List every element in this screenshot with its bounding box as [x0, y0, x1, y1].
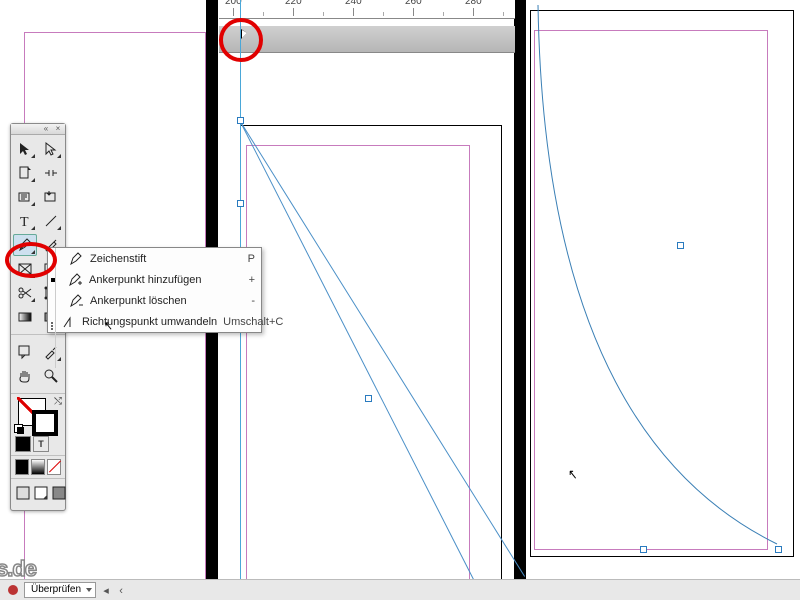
formatting-affects-row: T — [11, 436, 65, 452]
formatting-text-button[interactable]: T — [33, 436, 49, 452]
page-tool[interactable] — [13, 162, 37, 184]
gradient-swatch-tool[interactable] — [13, 306, 37, 328]
app-root: 200 220 240 260 280 « × — [0, 0, 800, 600]
ruler-tick-label: 220 — [285, 0, 302, 7]
page-margin-guide — [246, 145, 470, 582]
flyout-label: Zeichenstift — [90, 253, 242, 265]
flyout-tearoff-handle[interactable] — [48, 248, 56, 368]
ruler-tick-label: 240 — [345, 0, 362, 7]
formatting-container-button[interactable] — [15, 436, 31, 452]
anchor-point[interactable] — [640, 546, 647, 553]
content-collector-tool[interactable] — [13, 186, 37, 208]
flyout-item-delete-anchor[interactable]: Ankerpunkt löschen - — [48, 290, 261, 311]
prev-page-button[interactable]: ‹ — [115, 585, 127, 597]
flyout-label: Ankerpunkt löschen — [90, 295, 245, 307]
pen-tool-flyout-menu: Zeichenstift P Ankerpunkt hinzufügen + A… — [47, 247, 262, 333]
content-placer-tool[interactable] — [39, 186, 63, 208]
flyout-label: Richtungspunkt umwandeln — [82, 316, 217, 328]
ruler-shade — [219, 26, 515, 53]
page-nav-arrows[interactable]: ◂ ‹ — [100, 584, 127, 597]
first-page-button[interactable]: ◂ — [100, 584, 112, 597]
anchor-point[interactable] — [237, 200, 244, 207]
mouse-cursor-icon: ↖ — [104, 318, 113, 334]
scissors-tool[interactable] — [13, 282, 37, 304]
note-tool[interactable] — [13, 341, 37, 363]
mouse-cursor-icon: ↖ — [568, 466, 577, 483]
selection-cursor-icon — [241, 29, 247, 39]
anchor-point[interactable] — [775, 546, 782, 553]
pen-minus-icon — [68, 293, 84, 309]
pen-plus-icon — [67, 272, 83, 288]
normal-view-button[interactable] — [15, 485, 31, 501]
flyout-item-pen[interactable]: Zeichenstift P — [48, 248, 261, 269]
status-bar: Überprüfen ◂ ‹ — [0, 579, 800, 600]
direction-point[interactable] — [365, 395, 372, 402]
selection-tool[interactable] — [13, 138, 37, 160]
flyout-shortcut: + — [249, 274, 255, 286]
default-fill-stroke-icon[interactable] — [14, 424, 24, 434]
preflight-icon[interactable] — [6, 583, 20, 597]
hand-tool[interactable] — [13, 365, 37, 387]
flyout-label: Ankerpunkt hinzufügen — [89, 274, 243, 286]
fill-stroke-swatches[interactable]: ⤭ — [16, 398, 60, 432]
curved-path[interactable] — [525, 0, 800, 580]
anchor-point[interactable] — [677, 242, 684, 249]
panel-close-button[interactable]: × — [53, 125, 63, 133]
anchor-point[interactable] — [237, 117, 244, 124]
preflight-menu-dropdown[interactable]: Überprüfen — [24, 582, 96, 598]
direct-selection-tool[interactable] — [39, 138, 63, 160]
ruler-tick-label: 280 — [465, 0, 482, 7]
apply-none-button[interactable] — [47, 459, 61, 475]
flyout-shortcut: Umschalt+C — [223, 316, 283, 328]
flyout-item-add-anchor[interactable]: Ankerpunkt hinzufügen + — [48, 269, 261, 290]
preview-view-button[interactable] — [33, 485, 49, 501]
convert-point-icon — [62, 314, 76, 330]
ruler-tick-label: 260 — [405, 0, 422, 7]
preflight-label: Überprüfen — [31, 584, 81, 595]
apply-color-button[interactable] — [15, 459, 29, 475]
swap-fill-stroke-icon[interactable]: ⤭ — [54, 396, 62, 407]
line-tool[interactable] — [39, 210, 63, 232]
stroke-swatch[interactable] — [32, 410, 58, 436]
type-tool[interactable]: T — [13, 210, 37, 232]
horizontal-ruler[interactable]: 200 220 240 260 280 — [219, 0, 515, 19]
panel-header[interactable]: « × — [11, 124, 65, 135]
pen-tool[interactable] — [13, 234, 37, 256]
flyout-shortcut: P — [248, 253, 255, 265]
apply-gradient-button[interactable] — [31, 459, 45, 475]
pen-icon — [68, 251, 84, 267]
flyout-shortcut: - — [251, 295, 255, 307]
zoom-tool[interactable] — [39, 365, 63, 387]
gap-tool[interactable] — [39, 162, 63, 184]
rectangle-frame-tool[interactable] — [13, 258, 37, 280]
flyout-item-convert-direction[interactable]: Richtungspunkt umwandeln Umschalt+C — [48, 311, 261, 332]
svg-text:T: T — [20, 215, 29, 229]
presentation-view-button[interactable] — [51, 485, 67, 501]
panel-collapse-button[interactable]: « — [41, 125, 51, 133]
